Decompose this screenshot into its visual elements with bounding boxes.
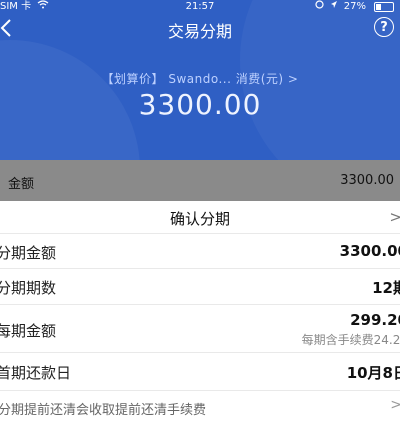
- location-icon: [330, 0, 338, 14]
- chevron-right-icon: >: [390, 397, 400, 413]
- row-label: 分期期数: [0, 279, 57, 297]
- row-value: 299.20: [350, 311, 400, 329]
- fee-note: 每期含手续费24.20: [301, 333, 400, 347]
- row-label: 首期还款日: [0, 364, 72, 382]
- first-repayment-date-row: 首期还款日 10月8日: [0, 352, 400, 391]
- installment-periods-row[interactable]: 分期期数 12期: [0, 268, 400, 305]
- merchant-line[interactable]: 【划算价】 Swando... 消费(元) >: [0, 70, 400, 87]
- per-period-amount-row: 每期金额 299.20 每期含手续费24.20: [0, 304, 400, 353]
- row-label: 分期金额: [0, 244, 57, 262]
- amount-value: 3300.00: [340, 173, 394, 188]
- help-button[interactable]: ?: [374, 17, 394, 37]
- row-value: 12期: [372, 279, 400, 297]
- row-value: 3300.00: [339, 242, 400, 260]
- nav-bar: 交易分期 ?: [0, 14, 400, 44]
- footer-label: 分期提前还清会收取提前还清手续费: [0, 403, 207, 418]
- row-value: 10月8日: [346, 364, 400, 382]
- installment-amount-row: 分期金额 3300.00: [0, 233, 400, 269]
- amount-label: 金额: [8, 177, 35, 192]
- row-label: 每期金额: [0, 322, 57, 340]
- sheet-title: 确认分期: [169, 210, 230, 228]
- clock: 21:57: [185, 1, 215, 12]
- early-repayment-fee-row[interactable]: 分期提前还清会收取提前还清手续费 >: [0, 390, 400, 428]
- help-icon: ?: [380, 19, 388, 35]
- sheet-header: 确认分期 >: [0, 201, 400, 233]
- transaction-amount: 3300.00: [138, 88, 262, 121]
- header-area: SIM 卡 21:57 27% 交易分期 ? 【划算价】 Swando... 消…: [0, 0, 400, 160]
- close-chevron-icon[interactable]: >: [389, 208, 400, 226]
- battery-icon: [374, 2, 394, 12]
- lock-rotation-icon: [315, 0, 324, 14]
- page-title: 交易分期: [167, 22, 232, 41]
- status-bar: SIM 卡 21:57 27%: [0, 0, 400, 14]
- amount-row: 金额 3300.00: [0, 160, 400, 201]
- battery-percent: 27%: [343, 1, 366, 12]
